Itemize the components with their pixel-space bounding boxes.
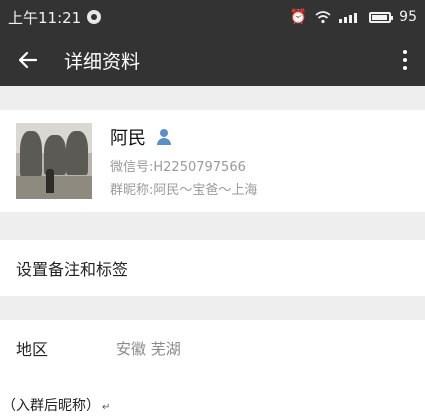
section-divider [0, 86, 425, 110]
page-title: 详细资料 [64, 50, 141, 73]
wifi-icon [315, 10, 331, 24]
status-bar: 上午11:21 ⏰ 95 [0, 0, 425, 34]
male-user-icon [156, 129, 172, 145]
alarm-icon: ⏰ [289, 9, 308, 25]
signal-icon [339, 11, 361, 23]
region-value: 安徽 芜湖 [116, 339, 181, 358]
notification-icon [87, 10, 102, 24]
status-time: 上午11:21 [8, 8, 82, 27]
group-nickname: 群昵称:阿民～宝爸～上海 [110, 183, 258, 198]
more-vertical-icon[interactable] [385, 34, 425, 86]
battery-icon [369, 11, 394, 23]
caption: （入群后昵称） ↵ [2, 395, 110, 415]
region-label: 地区 [16, 340, 49, 359]
wechat-id: 微信号:H2250797566 [110, 160, 246, 175]
remarks-label: 设置备注和标签 [16, 260, 129, 279]
back-arrow-icon[interactable] [0, 34, 56, 86]
contact-name: 阿民 [110, 128, 146, 149]
region-row: 地区 安徽 芜湖 [0, 320, 425, 376]
return-mark: ↵ [102, 402, 111, 413]
section-divider [0, 212, 425, 240]
caption-text: （入群后昵称） [2, 398, 100, 414]
battery-percent: 95 [399, 9, 417, 25]
set-remarks-and-tags[interactable]: 设置备注和标签 [0, 240, 425, 296]
profile-card[interactable]: 阿民 微信号:H2250797566 群昵称:阿民～宝爸～上海 [0, 110, 425, 212]
profile-info: 阿民 微信号:H2250797566 群昵称:阿民～宝爸～上海 [110, 124, 257, 198]
avatar[interactable] [16, 123, 92, 199]
title-bar: 详细资料 [0, 34, 425, 86]
status-icons: ⏰ 95 [290, 9, 417, 25]
section-divider [0, 296, 425, 320]
